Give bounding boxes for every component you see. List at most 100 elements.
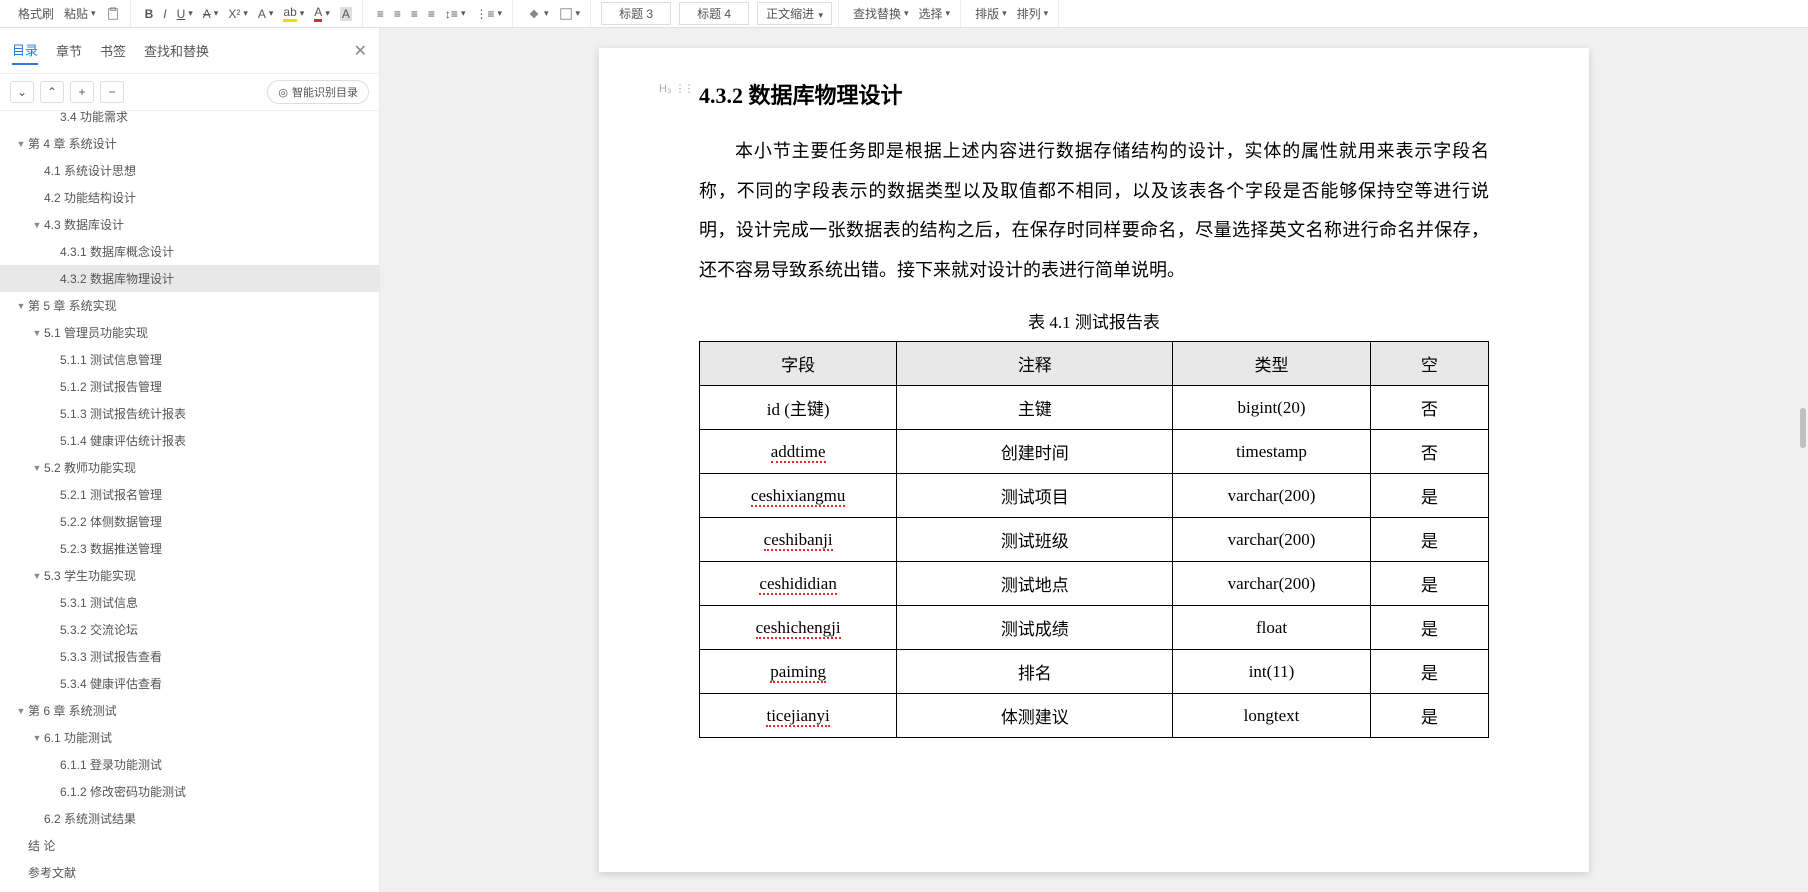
outline-item[interactable]: 3.4 功能需求 — [0, 111, 379, 130]
outline-item-label: 5.1 管理员功能实现 — [44, 324, 148, 341]
outline-item[interactable]: 5.1.3 测试报告统计报表 — [0, 400, 379, 427]
paste-button[interactable]: 粘贴▾ — [60, 3, 100, 24]
outline-item[interactable]: ▼5.1 管理员功能实现 — [0, 319, 379, 346]
sidebar-tabs: 目录 章节 书签 查找和替换 ✕ — [0, 28, 379, 74]
field-cell: ceshichengji — [700, 606, 897, 650]
outline-item[interactable]: 5.2.3 数据推送管理 — [0, 535, 379, 562]
outline-item[interactable]: ▼6.1 功能测试 — [0, 724, 379, 751]
null-cell: 是 — [1370, 518, 1488, 562]
sidebar: 目录 章节 书签 查找和替换 ✕ ⌄ ⌃ + − ◎ 智能识别目录 3.4 功能… — [0, 28, 380, 892]
outline-item[interactable]: ▼5.3 学生功能实现 — [0, 562, 379, 589]
bold-button[interactable]: B — [141, 5, 158, 23]
outline-item-label: 5.3.4 健康评估查看 — [60, 675, 162, 692]
chevron-down-icon[interactable]: ▼ — [14, 706, 28, 716]
arrange-button[interactable]: 排列▾ — [1013, 3, 1053, 24]
align-justify-button[interactable]: ≡ — [424, 5, 439, 23]
table-header-cell: 字段 — [700, 342, 897, 386]
line-spacing-button[interactable]: ↕≡▾ — [441, 5, 470, 23]
tab-find-replace[interactable]: 查找和替换 — [144, 37, 209, 64]
layout-button[interactable]: 排版▾ — [971, 3, 1011, 24]
tab-outline[interactable]: 目录 — [12, 36, 38, 65]
field-cell: ceshididian — [700, 562, 897, 606]
chevron-down-icon[interactable]: ▼ — [30, 571, 44, 581]
outline-item[interactable]: 4.3.2 数据库物理设计 — [0, 265, 379, 292]
superscript-button[interactable]: X²▾ — [224, 5, 252, 23]
field-cell: paiming — [700, 650, 897, 694]
outline-item[interactable]: ▼第 4 章 系统设计 — [0, 130, 379, 157]
outline-item-label: 5.2.3 数据推送管理 — [60, 540, 162, 557]
table-row: ceshibanji测试班级varchar(200)是 — [700, 518, 1489, 562]
align-left-button[interactable]: ≡ — [373, 5, 388, 23]
char-shading-button[interactable]: A — [336, 5, 356, 23]
smart-outline-button[interactable]: ◎ 智能识别目录 — [267, 80, 369, 104]
type-cell: varchar(200) — [1173, 562, 1370, 606]
table-row: ticejianyi体测建议longtext是 — [700, 694, 1489, 738]
chevron-down-icon[interactable]: ▼ — [30, 463, 44, 473]
outline-item[interactable]: 4.2 功能结构设计 — [0, 184, 379, 211]
chevron-down-icon[interactable]: ▼ — [14, 139, 28, 149]
collapse-up-button[interactable]: ⌃ — [40, 81, 64, 103]
font-color-button[interactable]: A▾ — [310, 3, 334, 24]
border-button[interactable]: ▾ — [555, 5, 585, 23]
outline-item[interactable]: 参考文献 — [0, 859, 379, 886]
outline-item[interactable]: ▼第 5 章 系统实现 — [0, 292, 379, 319]
type-cell: longtext — [1173, 694, 1370, 738]
shading-button[interactable]: ▾ — [523, 5, 553, 23]
chevron-down-icon[interactable]: ▼ — [30, 733, 44, 743]
table-row: ceshixiangmu测试项目varchar(200)是 — [700, 474, 1489, 518]
outline-item[interactable]: 5.3.3 测试报告查看 — [0, 643, 379, 670]
outline-item-label: 第 5 章 系统实现 — [28, 297, 117, 314]
outline-item[interactable]: 5.2.1 测试报名管理 — [0, 481, 379, 508]
outline-item[interactable]: 5.2.2 体侧数据管理 — [0, 508, 379, 535]
outline-item[interactable]: 结 论 — [0, 832, 379, 859]
outline-item[interactable]: 4.1 系统设计思想 — [0, 157, 379, 184]
remove-button[interactable]: − — [100, 81, 124, 103]
table-row: addtime创建时间timestamp否 — [700, 430, 1489, 474]
list-button[interactable]: ⋮≡▾ — [471, 5, 506, 23]
outline-item[interactable]: 5.3.2 交流论坛 — [0, 616, 379, 643]
tab-chapters[interactable]: 章节 — [56, 37, 82, 64]
outline-item[interactable]: ▼第 6 章 系统测试 — [0, 697, 379, 724]
format-painter-button[interactable]: 格式刷 — [14, 3, 58, 24]
align-right-button[interactable]: ≡ — [407, 5, 422, 23]
outline-item[interactable]: ▼4.3 数据库设计 — [0, 211, 379, 238]
font-effect-button[interactable]: A▾ — [254, 5, 278, 23]
select-button[interactable]: 选择▾ — [915, 3, 955, 24]
field-cell: addtime — [700, 430, 897, 474]
italic-button[interactable]: I — [159, 5, 170, 23]
style-body-select[interactable]: 正文缩进 ▾ — [757, 2, 832, 25]
document-area[interactable]: H₃⋮⋮ 4.3.2 数据库物理设计 本小节主要任务即是根据上述内容进行数据存储… — [380, 28, 1808, 892]
style-heading4-select[interactable]: 标题 4 — [679, 2, 749, 25]
outline-item[interactable]: 5.1.1 测试信息管理 — [0, 346, 379, 373]
add-button[interactable]: + — [70, 81, 94, 103]
chevron-down-icon[interactable]: ▼ — [30, 328, 44, 338]
clipboard-icon[interactable] — [102, 5, 124, 23]
outline-item[interactable]: 5.1.2 测试报告管理 — [0, 373, 379, 400]
tab-bookmarks[interactable]: 书签 — [100, 37, 126, 64]
outline-item[interactable]: 5.3.4 健康评估查看 — [0, 670, 379, 697]
find-replace-button[interactable]: 查找替换▾ — [849, 3, 913, 24]
chevron-down-icon[interactable]: ▼ — [14, 301, 28, 311]
scrollbar-thumb[interactable] — [1800, 408, 1806, 448]
outline-item[interactable]: 致 谢 — [0, 886, 379, 892]
outline-item[interactable]: 6.2 系统测试结果 — [0, 805, 379, 832]
highlight-button[interactable]: ab▾ — [279, 3, 308, 24]
underline-button[interactable]: U▾ — [173, 5, 197, 23]
heading-level-indicator[interactable]: H₃⋮⋮ — [659, 82, 692, 95]
style-heading3-select[interactable]: 标题 3 — [601, 2, 671, 25]
outline-item[interactable]: 5.1.4 健康评估统计报表 — [0, 427, 379, 454]
outline-item[interactable]: 6.1.2 修改密码功能测试 — [0, 778, 379, 805]
outline-item-label: 5.3.2 交流论坛 — [60, 621, 138, 638]
strike-button[interactable]: A▾ — [199, 5, 223, 23]
outline-item-label: 5.1.2 测试报告管理 — [60, 378, 162, 395]
outline-item[interactable]: 4.3.1 数据库概念设计 — [0, 238, 379, 265]
type-cell: varchar(200) — [1173, 474, 1370, 518]
align-center-button[interactable]: ≡ — [390, 5, 405, 23]
outline-item[interactable]: 5.3.1 测试信息 — [0, 589, 379, 616]
chevron-down-icon[interactable]: ▼ — [30, 220, 44, 230]
null-cell: 否 — [1370, 386, 1488, 430]
outline-item[interactable]: ▼5.2 教师功能实现 — [0, 454, 379, 481]
close-icon[interactable]: ✕ — [354, 41, 367, 61]
collapse-down-button[interactable]: ⌄ — [10, 81, 34, 103]
outline-item[interactable]: 6.1.1 登录功能测试 — [0, 751, 379, 778]
